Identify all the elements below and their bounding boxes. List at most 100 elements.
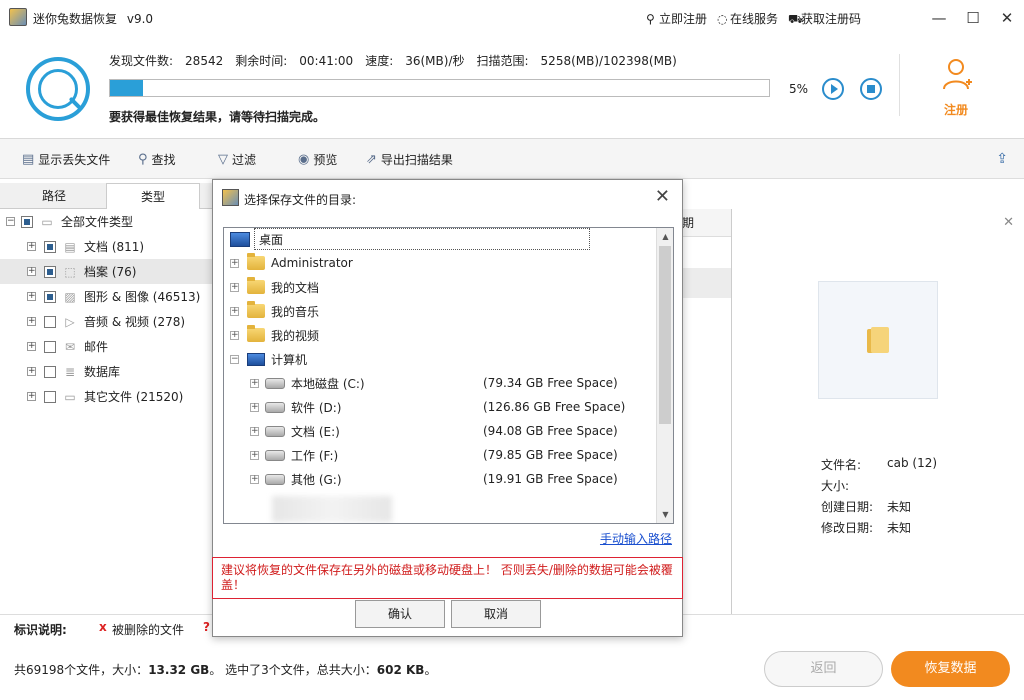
expand-icon[interactable]: + [230, 258, 239, 268]
file-type-tree: − ▭ 全部文件类型 + ▤ 文档 (811) + ⬚ 档案 (76) + ▨ 图形 & 图像 … [0, 209, 212, 409]
tree-node-folder[interactable]: + 我的视频 [230, 324, 319, 346]
preview-button[interactable]: ◉ 预览 [298, 151, 337, 168]
expand-icon[interactable]: + [250, 402, 259, 412]
drive-label: 本地磁盘 (C:) [291, 376, 365, 391]
tree-item-checkbox[interactable] [44, 340, 56, 353]
tree-item[interactable]: + ▭ 其它文件 (21520) [0, 384, 212, 409]
tree-item-checkbox[interactable] [44, 390, 56, 403]
close-preview-icon[interactable]: ✕ [1003, 215, 1014, 230]
filter-button[interactable]: ▽ 过滤 [218, 151, 256, 168]
tree-item-checkbox[interactable] [44, 240, 56, 253]
drive-free-space: (94.08 GB Free Space) [483, 424, 618, 438]
tree-node-drive[interactable]: + 软件 (D:) (126.86 GB Free Space) [250, 396, 670, 418]
tree-root[interactable]: − ▭ 全部文件类型 [0, 209, 212, 234]
tree-item-label: 邮件 [84, 340, 109, 354]
database-icon: ≣ [64, 364, 76, 379]
maximize-button[interactable]: ☐ [956, 0, 990, 36]
expand-icon[interactable]: + [27, 367, 36, 376]
register-label[interactable]: 注册 [944, 101, 968, 118]
expand-icon[interactable]: + [250, 474, 259, 484]
collapse-icon[interactable]: − [230, 354, 239, 364]
expand-icon[interactable]: + [27, 267, 36, 276]
tree-item-checkbox[interactable] [44, 290, 56, 303]
tab-path[interactable]: 路径 [0, 183, 108, 209]
expand-icon[interactable]: + [230, 330, 239, 340]
scan-stats: 发现文件数: 28542 剩余时间: 00:41:00 速度: 36(MB)/秒 扫描… [109, 52, 677, 69]
tree-node-folder[interactable]: + Administrator [230, 252, 353, 274]
folder-icon [867, 327, 889, 353]
drive-icon [265, 377, 285, 389]
tree-item[interactable]: + ⬚ 档案 (76) [0, 259, 212, 284]
blurred-row [272, 496, 392, 522]
tree-node-drive[interactable]: + 本地磁盘 (C:) (79.34 GB Free Space) [250, 372, 670, 394]
drive-label: 其他 (G:) [291, 472, 342, 487]
get-code-link[interactable]: ⛟获取注册码 [788, 10, 861, 28]
online-service-link[interactable]: ◌ 在线服务 [717, 10, 778, 28]
share-icon[interactable]: ⇪ [996, 151, 1008, 167]
confirm-button[interactable]: 确认 [355, 600, 445, 628]
archive-icon: ⬚ [64, 264, 76, 279]
preview-panel: ✕ 文件名: cab (12) 大小: 创建日期: 未知 修改日期: 未知 [731, 209, 1024, 614]
collapse-icon[interactable]: − [6, 217, 15, 226]
tree-node-desktop[interactable]: 桌面 [226, 228, 590, 250]
expand-icon[interactable]: + [27, 392, 36, 401]
expand-icon[interactable]: + [250, 450, 259, 460]
play-icon [830, 84, 838, 94]
manual-path-link[interactable]: 手动输入路径 [600, 530, 672, 547]
find-button[interactable]: ⚲ 查找 [138, 151, 176, 168]
expand-icon[interactable]: + [250, 378, 259, 388]
close-button[interactable]: ✕ [990, 0, 1024, 36]
info-modified: 修改日期: 未知 [821, 521, 912, 535]
folder-icon [247, 301, 265, 318]
register-user-icon[interactable] [942, 58, 972, 92]
expand-icon[interactable]: + [250, 426, 259, 436]
column-header-date[interactable]: 期 [682, 209, 731, 237]
back-button[interactable]: 返回 [764, 651, 883, 687]
tree-item[interactable]: + ▷ 音频 & 视频 (278) [0, 309, 212, 334]
tree-node-folder[interactable]: + 我的文档 [230, 276, 319, 298]
expand-icon[interactable]: + [230, 306, 239, 316]
tree-item-checkbox[interactable] [44, 365, 56, 378]
tree-item-checkbox[interactable] [44, 265, 56, 278]
export-scan-button[interactable]: ⇗ 导出扫描结果 [366, 151, 453, 168]
register-now-link[interactable]: ⚲ 立即注册 [646, 10, 707, 28]
recover-data-button[interactable]: 恢复数据 [891, 651, 1010, 687]
tree-node-drive[interactable]: + 其他 (G:) (19.91 GB Free Space) [250, 468, 670, 490]
document-icon: ▤ [64, 239, 76, 254]
stop-button[interactable] [860, 78, 882, 100]
tree-item[interactable]: + ▤ 文档 (811) [0, 234, 212, 259]
expand-icon[interactable]: + [27, 342, 36, 351]
tab-type[interactable]: 类型 [106, 183, 200, 209]
drive-icon [265, 401, 285, 413]
tree-node-computer[interactable]: − 计算机 [230, 348, 307, 370]
tree-item[interactable]: + ▨ 图形 & 图像 (46513) [0, 284, 212, 309]
expand-icon[interactable]: + [230, 282, 239, 292]
preview-label: 预览 [313, 153, 338, 167]
tree-node-folder[interactable]: + 我的音乐 [230, 300, 319, 322]
tree-item[interactable]: + ≣ 数据库 [0, 359, 212, 384]
headset-icon: ◌ [717, 12, 728, 26]
show-lost-files-button[interactable]: ▤ 显示丢失文件 [22, 151, 110, 168]
scroll-down-icon[interactable]: ▼ [657, 506, 673, 523]
scroll-thumb[interactable] [659, 246, 671, 424]
tree-item-checkbox[interactable] [44, 315, 56, 328]
computer-icon [247, 352, 265, 366]
deleted-mark-icon: x [99, 620, 107, 634]
tree-node-drive[interactable]: + 工作 (F:) (79.85 GB Free Space) [250, 444, 670, 466]
info-size: 大小: [821, 479, 850, 493]
expand-icon[interactable]: + [27, 242, 36, 251]
expand-icon[interactable]: + [27, 292, 36, 301]
drive-free-space: (79.34 GB Free Space) [483, 376, 618, 390]
root-checkbox[interactable] [21, 215, 33, 228]
minimize-button[interactable]: — [922, 0, 956, 36]
scroll-up-icon[interactable]: ▲ [657, 228, 673, 245]
tree-node-drive[interactable]: + 文档 (E:) (94.08 GB Free Space) [250, 420, 670, 442]
expand-icon[interactable]: + [27, 317, 36, 326]
image-icon: ▨ [64, 289, 76, 304]
tree-scrollbar[interactable]: ▲ ▼ [656, 228, 673, 523]
cancel-button[interactable]: 取消 [451, 600, 541, 628]
selected-row[interactable] [682, 268, 731, 298]
resume-button[interactable] [822, 78, 844, 100]
tree-item[interactable]: + ✉ 邮件 [0, 334, 212, 359]
dialog-close-icon[interactable]: ✕ [655, 186, 670, 207]
